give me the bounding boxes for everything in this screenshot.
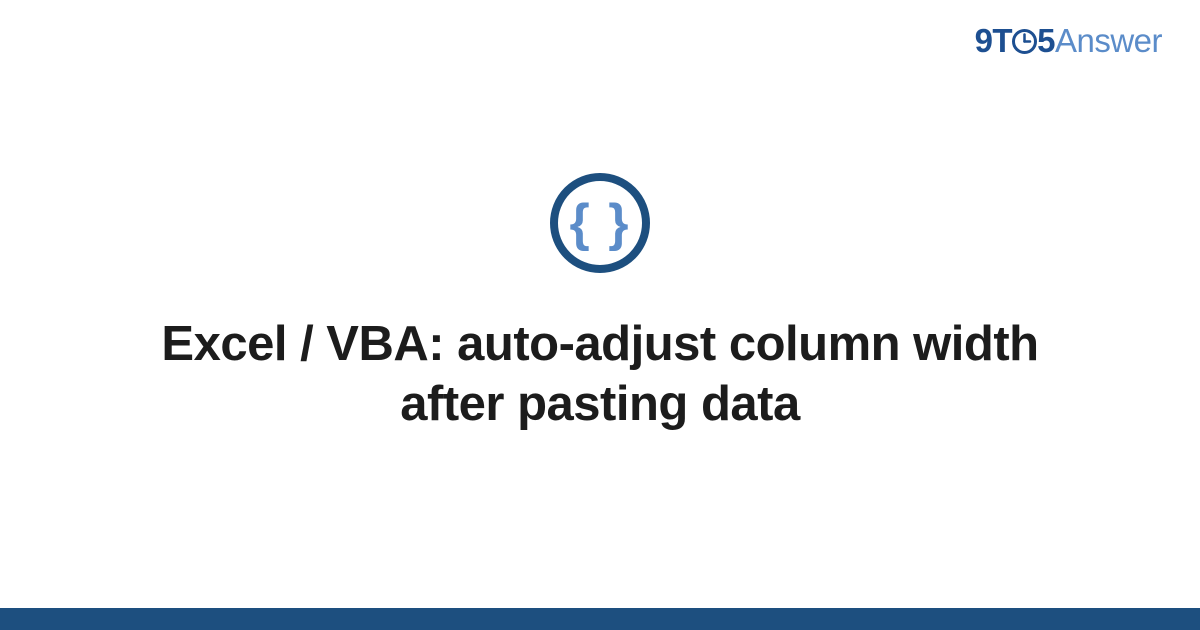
icon-glyph: { } bbox=[570, 193, 631, 253]
page-title: Excel / VBA: auto-adjust column width af… bbox=[145, 315, 1055, 435]
code-braces-icon: { } bbox=[550, 173, 650, 273]
footer-accent-bar bbox=[0, 608, 1200, 630]
main-content: { } Excel / VBA: auto-adjust column widt… bbox=[0, 0, 1200, 608]
